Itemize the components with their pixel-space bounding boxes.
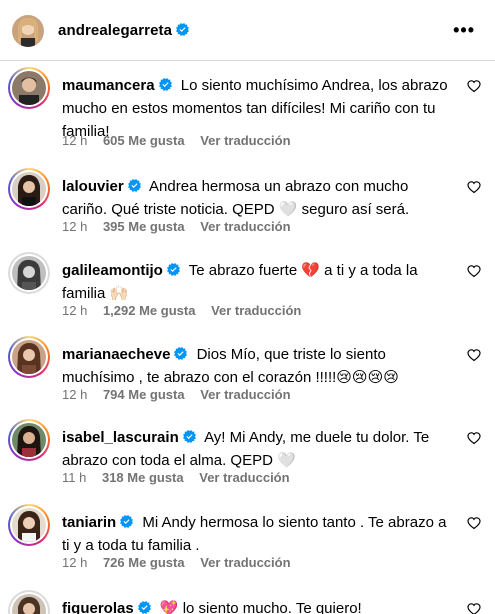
avatar-story-ring[interactable] bbox=[8, 504, 50, 546]
heart-outline-icon[interactable] bbox=[467, 602, 481, 614]
verified-badge-icon bbox=[176, 23, 190, 36]
comment-body: lalouvier Andrea hermosa un abrazo con m… bbox=[62, 175, 454, 221]
avatar-ring[interactable] bbox=[8, 590, 50, 614]
avatar bbox=[12, 340, 46, 374]
heart-outline-icon[interactable] bbox=[467, 348, 481, 362]
avatar bbox=[12, 508, 46, 542]
comment-likes[interactable]: 318 Me gusta bbox=[102, 470, 184, 485]
comment-time[interactable]: 12 h bbox=[62, 387, 87, 402]
comment-body: isabel_lascurain Ay! Mi Andy, me duele t… bbox=[62, 426, 454, 472]
comment-time[interactable]: 11 h bbox=[62, 470, 86, 485]
comment-time[interactable]: 12 h bbox=[62, 555, 87, 570]
see-translation-button[interactable]: Ver traducción bbox=[200, 387, 290, 402]
comment-likes[interactable]: 1,292 Me gusta bbox=[103, 303, 196, 318]
heart-outline-icon[interactable] bbox=[467, 79, 481, 93]
see-translation-button[interactable]: Ver traducción bbox=[199, 470, 289, 485]
avatar bbox=[12, 172, 46, 206]
comment-likes[interactable]: 794 Me gusta bbox=[103, 387, 185, 402]
author-avatar[interactable] bbox=[12, 15, 44, 47]
comment-username[interactable]: maumancera bbox=[62, 77, 172, 94]
comment-likes[interactable]: 605 Me gusta bbox=[103, 133, 185, 148]
heart-outline-icon[interactable] bbox=[467, 516, 481, 530]
comment-text: 💖 lo siento mucho. Te quiero! bbox=[159, 600, 362, 614]
comment-time[interactable]: 12 h bbox=[62, 303, 87, 318]
verified-badge-icon bbox=[166, 263, 180, 276]
avatar-story-ring[interactable] bbox=[8, 168, 50, 210]
comment-username[interactable]: marianaecheve bbox=[62, 346, 188, 363]
avatar-story-ring[interactable] bbox=[8, 67, 50, 109]
avatar bbox=[12, 423, 46, 457]
comment-body: galileamontijo Te abrazo fuerte 💔 a ti y… bbox=[62, 259, 454, 305]
comment-meta: 12 h 726 Me gusta Ver traducción bbox=[62, 555, 303, 570]
comment-likes[interactable]: 395 Me gusta bbox=[103, 219, 185, 234]
comment-meta: 12 h 605 Me gusta Ver traducción bbox=[62, 133, 303, 148]
see-translation-button[interactable]: Ver traducción bbox=[200, 219, 290, 234]
comment-meta: 12 h 395 Me gusta Ver traducción bbox=[62, 219, 303, 234]
avatar-ring[interactable] bbox=[8, 252, 50, 294]
comment-likes[interactable]: 726 Me gusta bbox=[103, 555, 185, 570]
avatar bbox=[12, 71, 46, 105]
author-username[interactable]: andrealegarreta bbox=[58, 22, 190, 39]
verified-badge-icon bbox=[127, 179, 141, 192]
see-translation-button[interactable]: Ver traducción bbox=[200, 555, 290, 570]
author-username-text[interactable]: andrealegarreta bbox=[58, 22, 172, 39]
comment-meta: 12 h 1,292 Me gusta Ver traducción bbox=[62, 303, 313, 318]
comment-username[interactable]: figuerolas bbox=[62, 600, 151, 614]
comment-meta: 12 h 794 Me gusta Ver traducción bbox=[62, 387, 303, 402]
comment-username[interactable]: isabel_lascurain bbox=[62, 429, 196, 446]
comment-time[interactable]: 12 h bbox=[62, 133, 87, 148]
see-translation-button[interactable]: Ver traducción bbox=[211, 303, 301, 318]
verified-badge-icon bbox=[158, 78, 172, 91]
avatar-story-ring[interactable] bbox=[8, 419, 50, 461]
comment-body: marianaecheve Dios Mío, que triste lo si… bbox=[62, 343, 454, 389]
comment-username[interactable]: lalouvier bbox=[62, 178, 141, 195]
avatar bbox=[12, 256, 46, 290]
see-translation-button[interactable]: Ver traducción bbox=[200, 133, 290, 148]
comment-body: taniarin Mi Andy hermosa lo siento tanto… bbox=[62, 511, 454, 557]
post-header: andrealegarreta ••• bbox=[0, 0, 495, 61]
comment-username[interactable]: taniarin bbox=[62, 514, 134, 531]
comment-meta: 11 h 318 Me gusta Ver traducción bbox=[62, 470, 302, 485]
verified-badge-icon bbox=[137, 601, 151, 614]
comment-body: figuerolas 💖 lo siento mucho. Te quiero! bbox=[62, 597, 454, 614]
heart-outline-icon[interactable] bbox=[467, 264, 481, 278]
more-horizontal-icon[interactable]: ••• bbox=[453, 21, 475, 39]
verified-badge-icon bbox=[182, 430, 196, 443]
heart-outline-icon[interactable] bbox=[467, 180, 481, 194]
verified-badge-icon bbox=[120, 515, 134, 528]
comment-time[interactable]: 12 h bbox=[62, 219, 87, 234]
heart-outline-icon[interactable] bbox=[467, 431, 481, 445]
verified-badge-icon bbox=[174, 347, 188, 360]
avatar-story-ring[interactable] bbox=[8, 336, 50, 378]
comment-username[interactable]: galileamontijo bbox=[62, 262, 180, 279]
